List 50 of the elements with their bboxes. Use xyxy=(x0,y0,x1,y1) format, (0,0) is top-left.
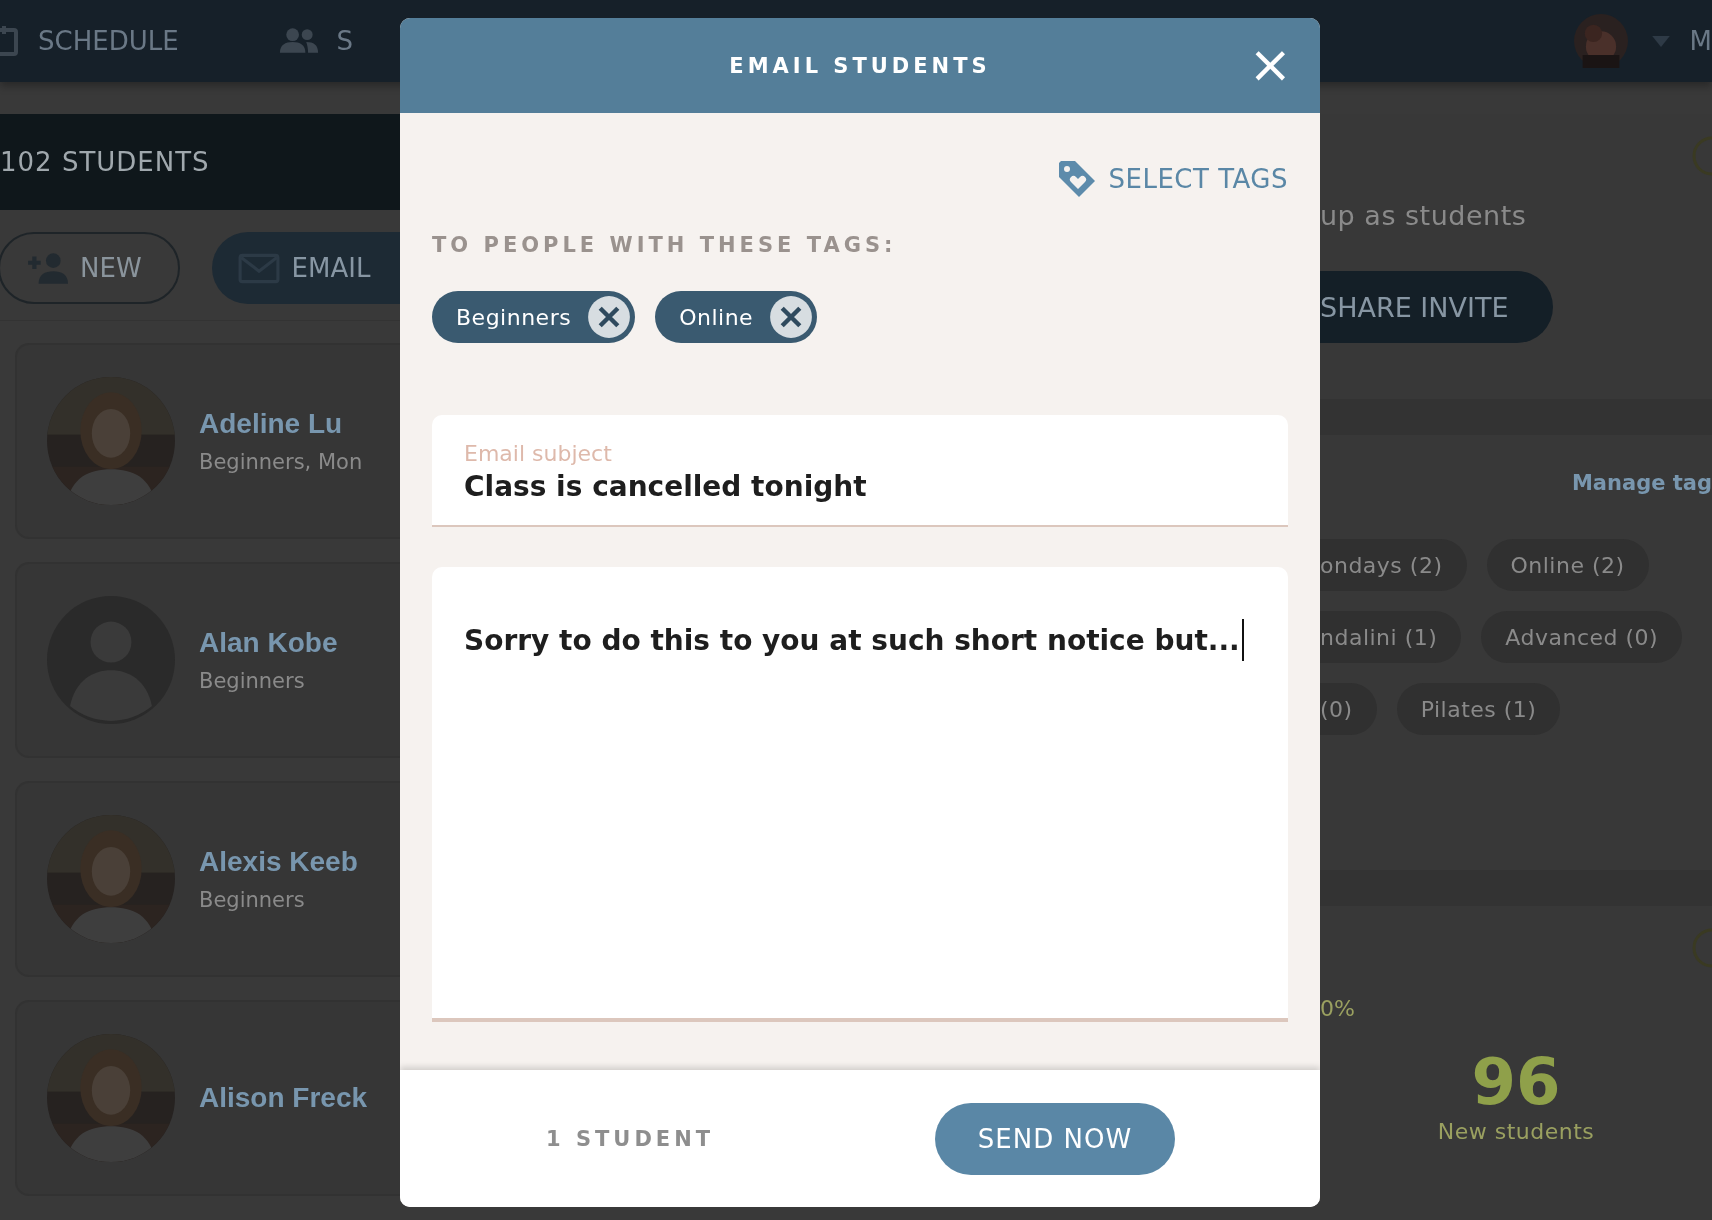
caret-icon[interactable] xyxy=(1651,35,1670,47)
invite-text: up as students xyxy=(1320,200,1528,231)
add-person-icon xyxy=(26,252,68,284)
student-name: Alexis Keeb xyxy=(199,846,358,878)
students-count: 102 STUDENTS xyxy=(0,147,210,177)
dialog-title: EMAIL STUDENTS xyxy=(729,53,991,78)
send-now-button[interactable]: SEND NOW xyxy=(935,1102,1175,1175)
text-cursor xyxy=(1241,619,1244,661)
tag-label: Beginners xyxy=(456,304,572,330)
calendar-icon[interactable] xyxy=(0,26,20,56)
student-tags: Beginners xyxy=(199,888,358,912)
field-label: Email subject xyxy=(464,441,613,466)
recipients-label: TO PEOPLE WITH THESE TAGS: xyxy=(432,233,898,257)
account-menu[interactable]: M xyxy=(1689,26,1712,56)
share-invite-button[interactable]: SHARE INVITE xyxy=(1320,271,1553,343)
close-button[interactable]: × xyxy=(1248,40,1292,88)
student-name: Adeline Lu xyxy=(199,408,344,440)
remove-icon[interactable] xyxy=(587,295,632,339)
stat-value: 96 xyxy=(1471,1045,1561,1119)
tag-chip[interactable]: ondays (2) xyxy=(1320,539,1467,591)
stat-percent: 0% xyxy=(1320,996,1355,1021)
student-name: Alison Freck xyxy=(199,1082,368,1114)
tag-chip[interactable]: ndalini (1) xyxy=(1320,611,1462,663)
manage-tags-link[interactable]: Manage tag xyxy=(1571,471,1712,495)
message-text: Sorry to do this to you at such short notice but... xyxy=(464,623,1240,657)
tag-chip[interactable]: Online (2) xyxy=(1486,539,1649,591)
people-icon[interactable] xyxy=(278,26,319,56)
student-tags: Beginners xyxy=(199,669,338,693)
stat-label: New students xyxy=(1437,1119,1595,1144)
email-button[interactable]: EMAIL xyxy=(211,232,400,304)
student-card[interactable]: Alan Kobe Beginners xyxy=(15,562,400,758)
tag-icon xyxy=(1056,159,1097,199)
subject-field[interactable]: Email subject Class is cancelled tonight xyxy=(432,415,1288,527)
student-card[interactable]: Alison Freck xyxy=(15,1000,400,1196)
field-value: Class is cancelled tonight xyxy=(464,470,868,503)
message-field[interactable]: Sorry to do this to you at such short notice but... xyxy=(432,567,1288,1022)
tag-chip[interactable]: Advanced (0) xyxy=(1481,611,1683,663)
nav-link[interactable]: S xyxy=(336,26,354,56)
new-button[interactable]: NEW xyxy=(0,232,180,304)
student-tags: Beginners, Mon xyxy=(199,450,363,474)
remove-icon[interactable] xyxy=(769,295,814,339)
select-tags-button[interactable]: SELECT TAGS xyxy=(1056,159,1288,199)
tag-chip[interactable]: (0) xyxy=(1320,683,1377,735)
tag-chip[interactable]: Pilates (1) xyxy=(1396,683,1561,735)
nav-link[interactable]: SCHEDULE xyxy=(38,26,179,56)
tag-label: Online xyxy=(679,304,754,330)
student-card[interactable]: Adeline Lu Beginners, Mon xyxy=(15,343,400,539)
recipient-count: 1 STUDENT xyxy=(546,1126,715,1151)
student-name: Alan Kobe xyxy=(199,627,338,659)
student-card[interactable]: Alexis Keeb Beginners xyxy=(15,781,400,977)
